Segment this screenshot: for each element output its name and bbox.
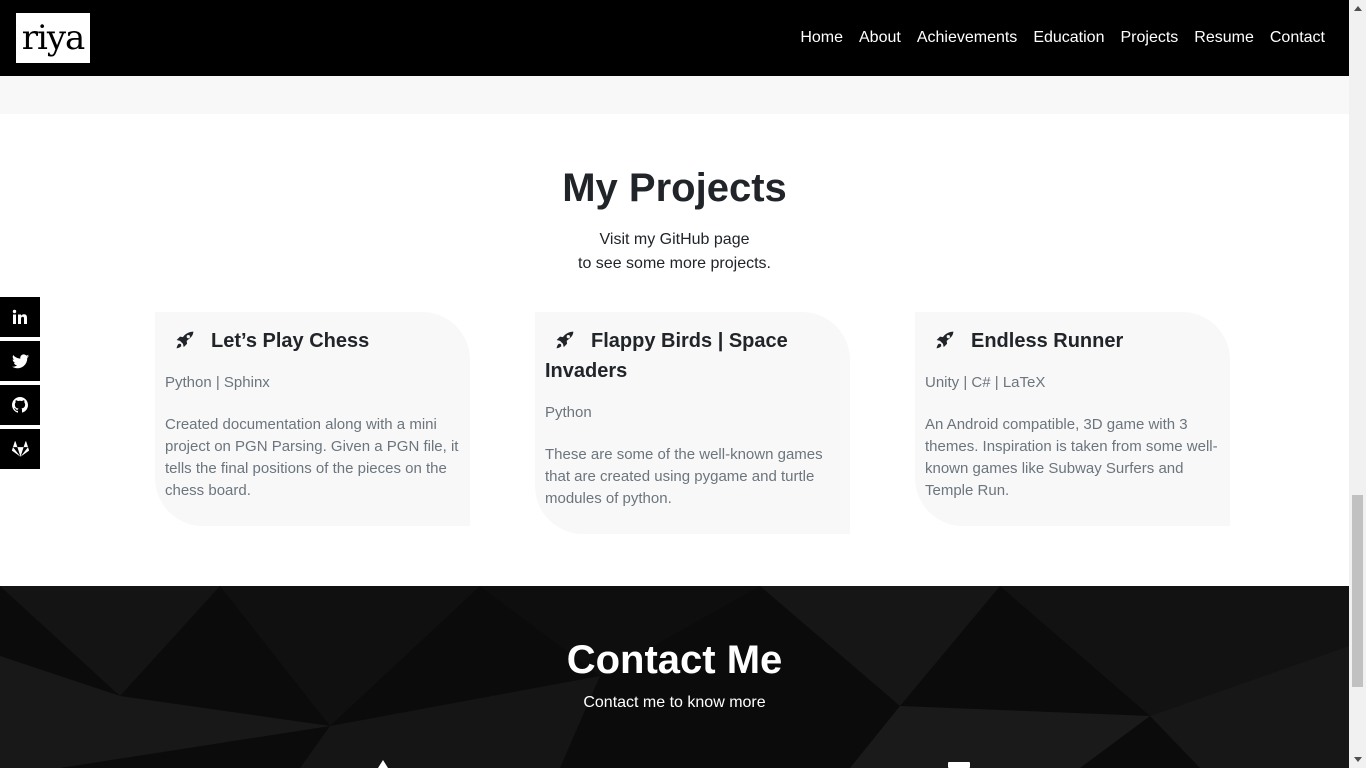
navbar: riya Home About Achievements Education P… <box>0 0 1349 76</box>
rocket-icon <box>936 331 954 349</box>
chevron-up-icon <box>1353 6 1362 11</box>
project-card-title-text: Flappy Birds | Space Invaders <box>545 330 788 382</box>
linkedin-icon <box>12 309 27 324</box>
social-sidebar <box>0 297 40 473</box>
section-divider <box>0 76 1349 114</box>
nav-education[interactable]: Education <box>1033 29 1104 47</box>
project-card-title: Endless Runner <box>925 326 1220 356</box>
project-card-title-text: Let’s Play Chess <box>211 330 370 352</box>
gitlab-button[interactable] <box>0 429 40 469</box>
logo[interactable]: riya <box>16 13 90 63</box>
nav-about[interactable]: About <box>859 29 901 47</box>
project-card: Let’s Play Chess Python | Sphinx Created… <box>155 312 470 526</box>
project-card: Flappy Birds | Space Invaders Python The… <box>535 312 850 534</box>
rocket-icon <box>176 331 194 349</box>
project-card-description: Created documentation along with a mini … <box>165 416 459 499</box>
project-card-description: These are some of the well-known games t… <box>545 446 823 507</box>
contact-subtitle: Contact me to know more <box>583 694 766 711</box>
twitter-button[interactable] <box>0 341 40 381</box>
projects-subtitle: Visit my GitHub page to see some more pr… <box>0 228 1349 276</box>
projects-section: My Projects Visit my GitHub page to see … <box>0 114 1349 586</box>
twitter-icon <box>11 353 29 368</box>
project-card-title: Let’s Play Chess <box>165 326 460 356</box>
project-card-tech: Unity | C# | LaTeX <box>925 374 1046 391</box>
project-card-title: Flappy Birds | Space Invaders <box>545 326 840 386</box>
envelope-icon <box>948 762 970 768</box>
projects-subtitle-line1[interactable]: Visit my GitHub page <box>0 228 1349 252</box>
rocket-icon <box>556 331 574 349</box>
user-icon <box>378 760 388 768</box>
scroll-down-arrow[interactable] <box>1349 751 1366 768</box>
projects-title: My Projects <box>562 166 787 210</box>
contact-title: Contact Me <box>566 638 783 682</box>
nav-home[interactable]: Home <box>800 29 843 47</box>
chevron-down-icon <box>1353 757 1362 762</box>
github-button[interactable] <box>0 385 40 425</box>
contact-section: Contact Me Contact me to know more <box>0 586 1349 768</box>
nav-projects[interactable]: Projects <box>1120 29 1178 47</box>
nav-resume[interactable]: Resume <box>1194 29 1254 47</box>
project-card: Endless Runner Unity | C# | LaTeX An And… <box>915 312 1230 526</box>
projects-subtitle-line2: to see some more projects. <box>578 255 771 272</box>
github-icon <box>12 397 28 413</box>
scrollbar[interactable] <box>1349 0 1366 768</box>
linkedin-button[interactable] <box>0 297 40 337</box>
project-card-title-text: Endless Runner <box>971 330 1124 352</box>
nav-links: Home About Achievements Education Projec… <box>784 0 1325 76</box>
nav-contact[interactable]: Contact <box>1270 29 1325 47</box>
project-card-tech: Python <box>545 404 592 421</box>
scrollbar-thumb[interactable] <box>1352 495 1363 687</box>
gitlab-icon <box>11 441 29 457</box>
scroll-up-arrow[interactable] <box>1349 0 1366 17</box>
nav-achievements[interactable]: Achievements <box>917 29 1018 47</box>
project-card-description: An Android compatible, 3D game with 3 th… <box>925 416 1218 499</box>
project-card-tech: Python | Sphinx <box>165 374 270 391</box>
